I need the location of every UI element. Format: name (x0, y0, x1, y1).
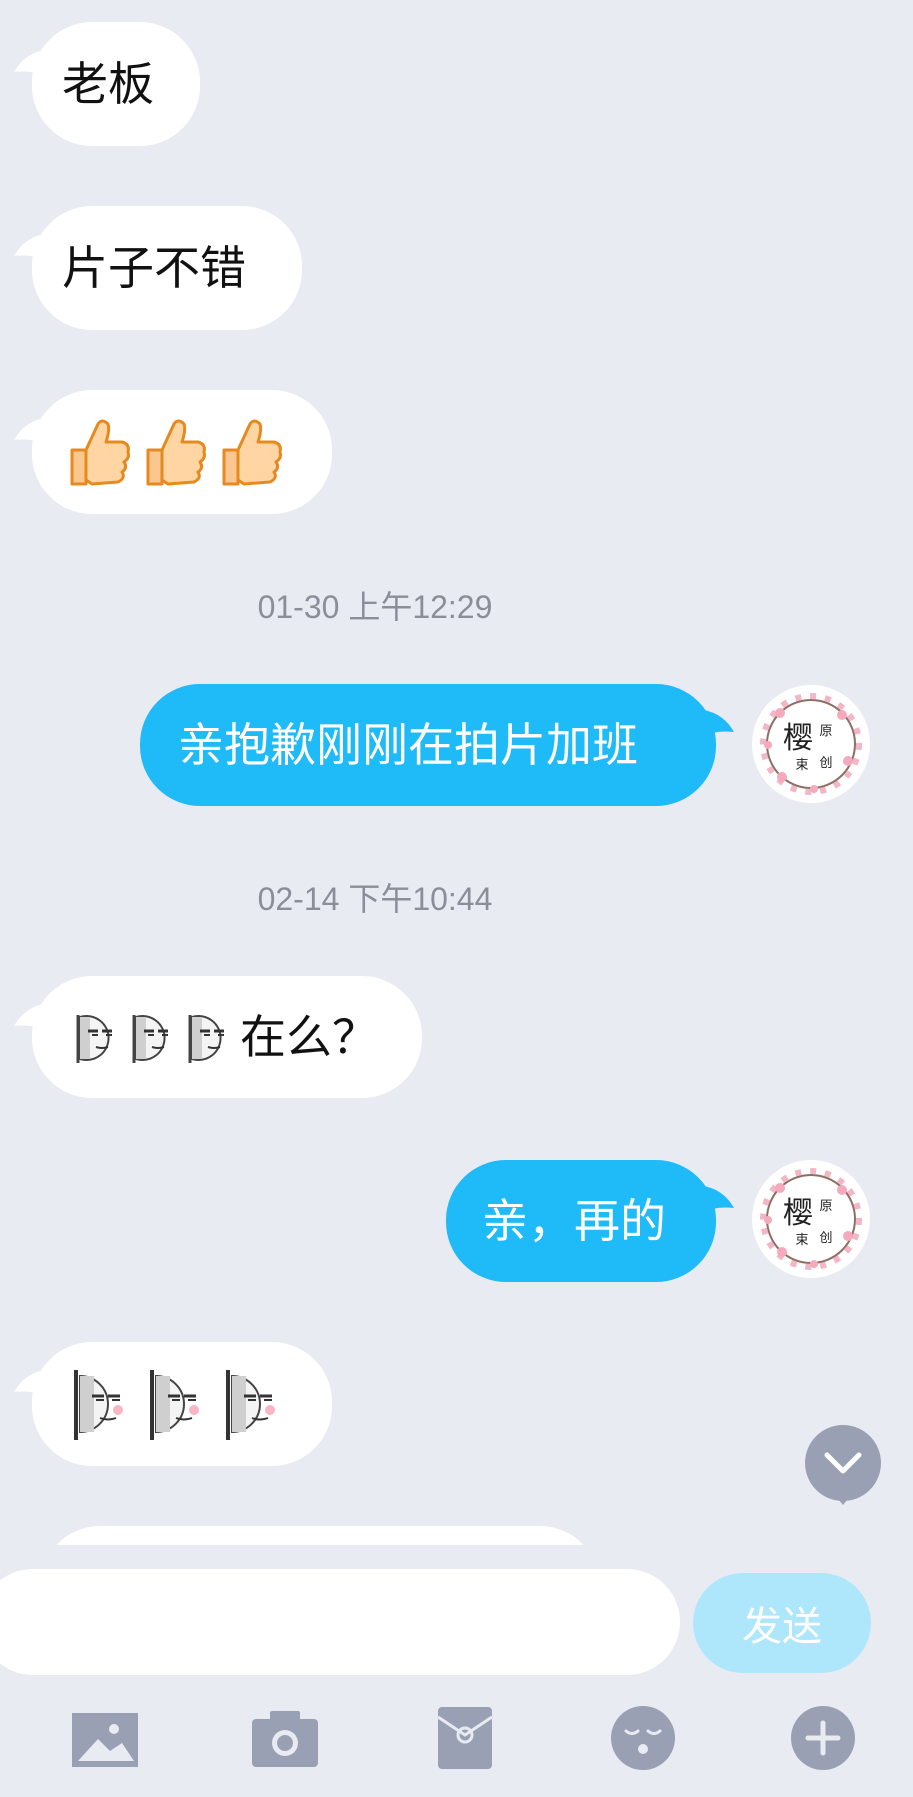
emoji-icon[interactable] (608, 1703, 678, 1773)
bubble-tail (704, 1186, 734, 1212)
svg-text:束: 束 (795, 1233, 808, 1248)
message-input[interactable] (0, 1569, 680, 1675)
thumbs-up-icon (222, 419, 282, 486)
bubble-tail (14, 1370, 44, 1396)
smug-emoji-group: 在么？ (72, 1009, 378, 1065)
bubble-tail (14, 50, 44, 76)
message-bubble-incoming[interactable] (14, 1342, 332, 1466)
blushing-smug-face-icon (74, 1370, 123, 1440)
message-bubble-incoming[interactable]: 在么？ (14, 976, 422, 1098)
svg-text:原: 原 (819, 1199, 832, 1214)
bubble-tail (14, 234, 44, 260)
sakura-wreath-avatar-icon: 樱 原 束 创 (760, 693, 862, 795)
smug-face-icon (132, 1015, 168, 1063)
blushing-smug-face-icon (150, 1370, 199, 1440)
bubble-tail (14, 1004, 44, 1030)
svg-text:创: 创 (819, 756, 832, 771)
message-bubble-outgoing[interactable]: 亲抱歉刚刚在拍片加班 (140, 684, 734, 806)
avatar[interactable]: 樱 原 束 创 (752, 685, 870, 803)
plus-icon[interactable] (788, 1703, 858, 1773)
smug-emoji-group (72, 1366, 282, 1442)
message-input-bar: 发送 (0, 1545, 913, 1675)
message-text: 亲，再的 (482, 1194, 666, 1248)
avatar[interactable]: 樱 原 束 创 (752, 1160, 870, 1278)
svg-text:束: 束 (795, 758, 808, 773)
message-text: 亲抱歉刚刚在拍片加班 (178, 718, 638, 772)
message-text: 老板 (62, 57, 154, 111)
thumbs-up-icon (70, 419, 130, 486)
image-icon[interactable] (70, 1703, 140, 1773)
svg-text:创: 创 (819, 1231, 832, 1246)
scroll-to-bottom-button[interactable] (803, 1425, 883, 1505)
message-bubble-incoming[interactable]: 片子不错 (14, 206, 302, 330)
message-text: 片子不错 (62, 241, 246, 295)
send-button[interactable]: 发送 (693, 1573, 871, 1673)
red-packet-icon[interactable] (430, 1703, 500, 1773)
blushing-smug-face-icon (226, 1370, 275, 1440)
svg-text:原: 原 (819, 724, 832, 739)
thumbs-up-icon (146, 419, 206, 486)
smug-face-icon (188, 1015, 224, 1063)
message-bubble-incoming[interactable] (14, 390, 332, 514)
sakura-wreath-avatar-icon: 樱 原 束 创 (760, 1168, 862, 1270)
timestamp: 02-14 下午10:44 (257, 881, 493, 917)
bottom-toolbar (0, 1675, 913, 1797)
smug-face-icon (76, 1015, 112, 1063)
chat-area[interactable]: 老板 片子不错 01-30 上午12:29 亲抱歉刚刚在拍片加班 樱 原 束 创… (0, 0, 913, 1545)
thumbs-up-emoji-group (66, 416, 284, 488)
message-bubble-incoming[interactable] (40, 1526, 600, 1545)
bubble-tail (14, 418, 44, 444)
timestamp: 01-30 上午12:29 (257, 589, 493, 625)
message-bubble-outgoing[interactable]: 亲，再的 (446, 1160, 734, 1282)
message-bubble-incoming[interactable]: 老板 (14, 22, 200, 146)
svg-text:樱: 樱 (783, 721, 813, 756)
svg-text:樱: 樱 (783, 1196, 813, 1231)
camera-icon[interactable] (250, 1703, 320, 1773)
bubble-tail (704, 710, 734, 736)
message-text: 在么？ (240, 1010, 378, 1064)
